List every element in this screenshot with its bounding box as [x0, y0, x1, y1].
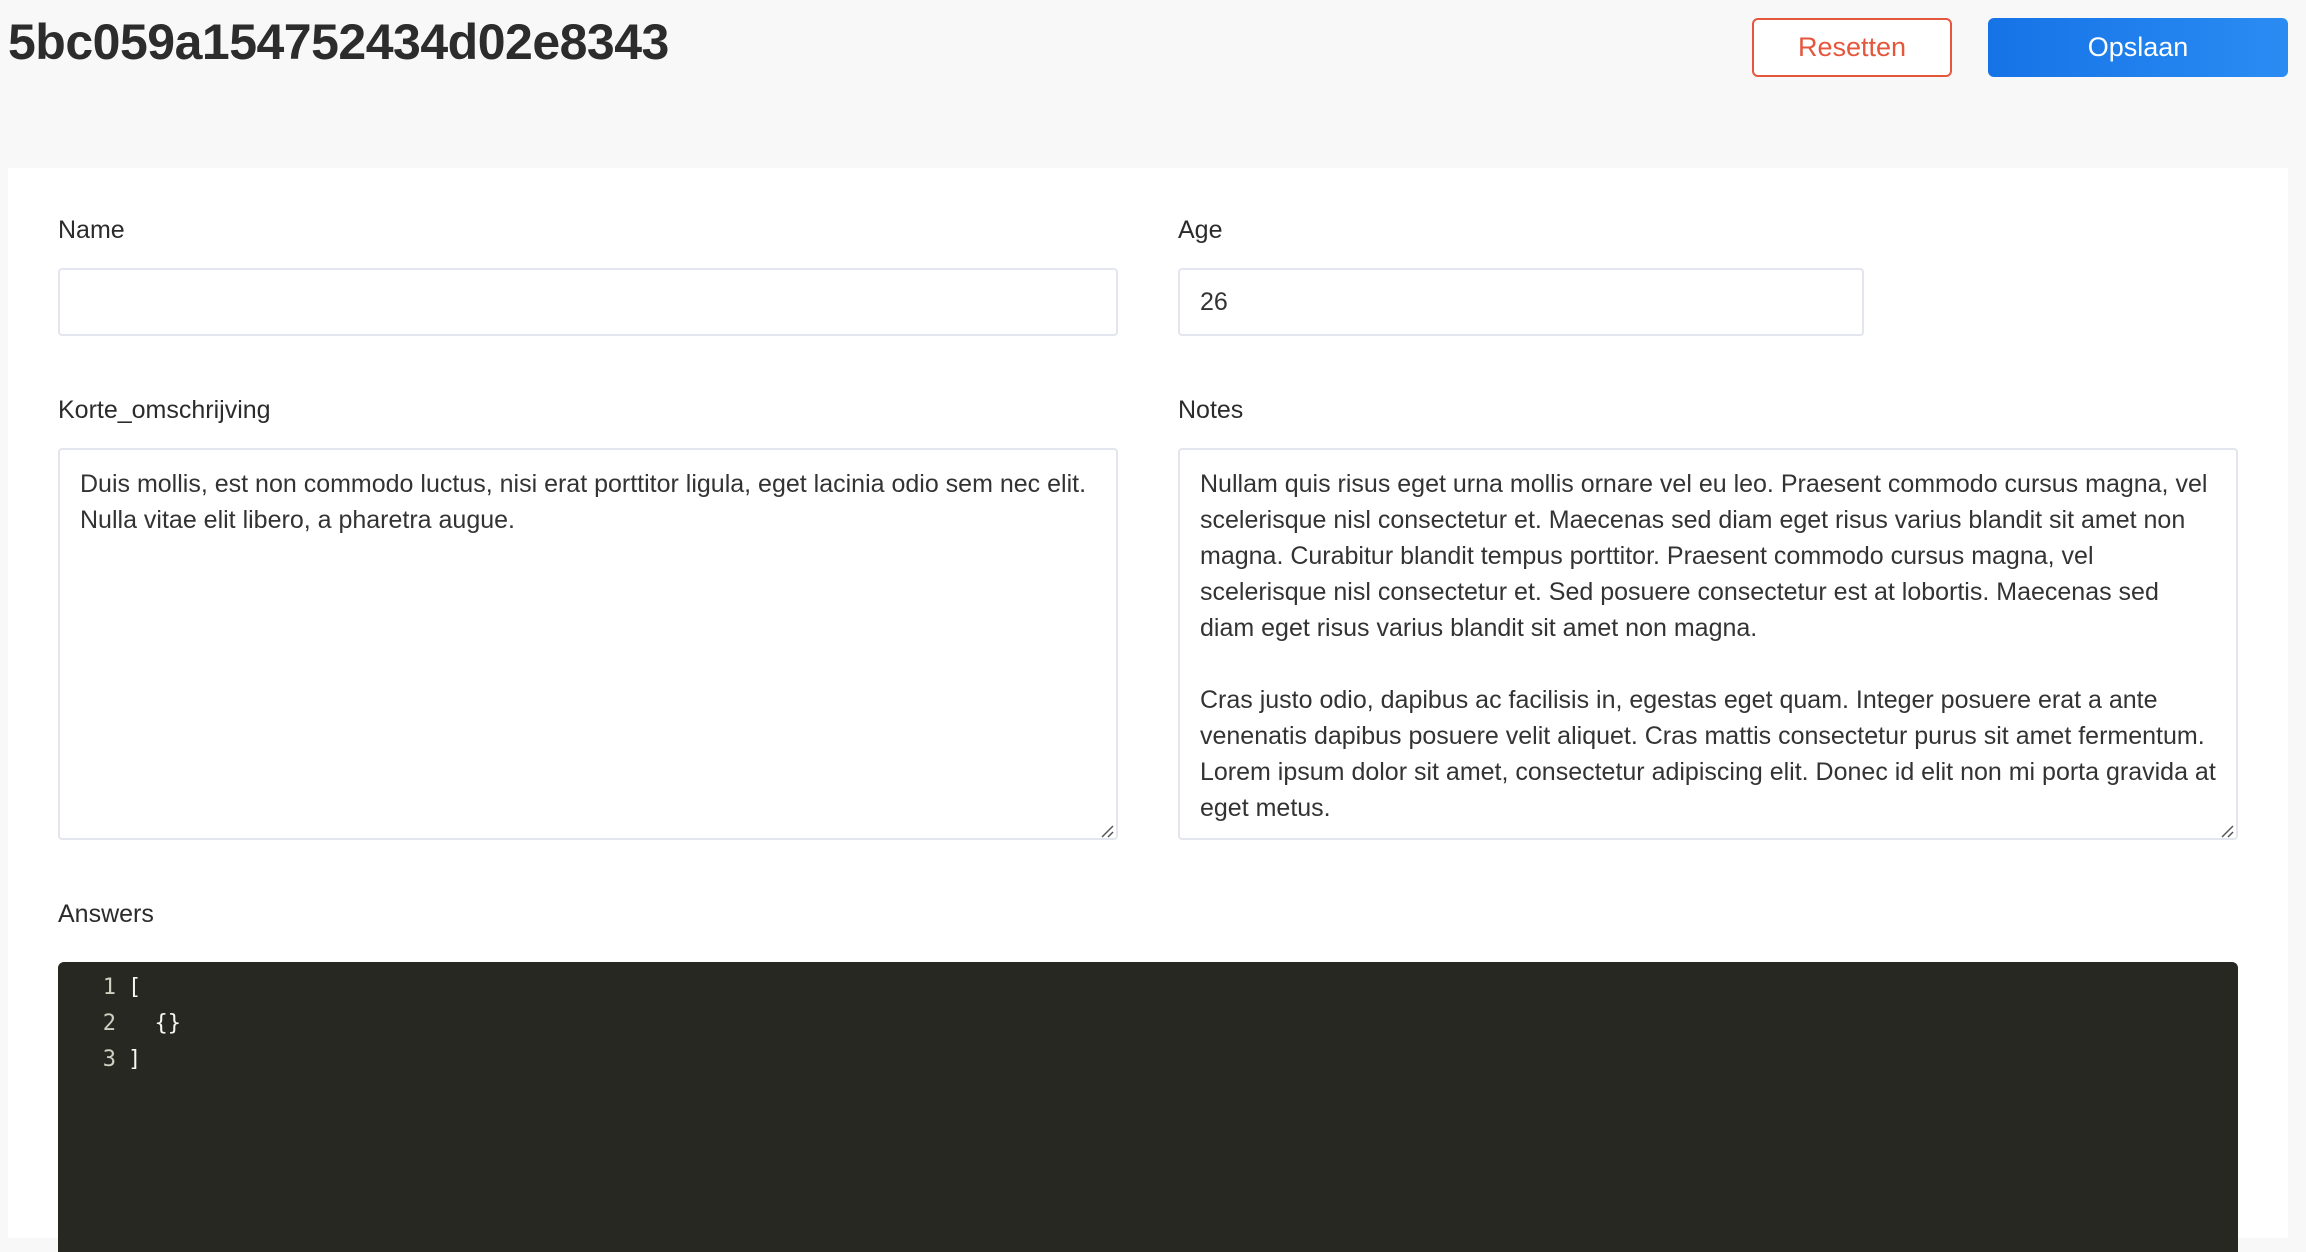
page-header: 5bc059a154752434d02e8343 Resetten Opslaa… [0, 0, 2306, 168]
notes-textarea[interactable]: Nullam quis risus eget urna mollis ornar… [1178, 448, 2238, 840]
korte-omschrijving-textarea[interactable]: Duis mollis, est non commodo luctus, nis… [58, 448, 1118, 840]
age-label: Age [1178, 216, 1223, 244]
code-text[interactable]: {} [120, 1006, 181, 1042]
korte-omschrijving-label: Korte_omschrijving [58, 396, 271, 424]
line-number: 1 [102, 975, 116, 1000]
line-number: 2 [102, 1011, 116, 1036]
save-button[interactable]: Opslaan [1988, 18, 2288, 77]
answers-label: Answers [58, 900, 154, 928]
line-number: 3 [102, 1047, 116, 1072]
name-input[interactable] [58, 268, 1118, 336]
code-line: 3 ] [58, 1042, 2238, 1078]
name-label: Name [58, 216, 125, 244]
code-text[interactable]: ] [120, 1042, 141, 1078]
reset-button[interactable]: Resetten [1752, 18, 1952, 77]
resize-grip-icon[interactable] [2218, 822, 2234, 838]
form-card: Name Age Korte_omschrijving Duis mollis,… [8, 168, 2288, 1252]
page-title: 5bc059a154752434d02e8343 [8, 14, 669, 70]
code-line: 1 [ [58, 970, 2238, 1006]
notes-label: Notes [1178, 396, 1244, 424]
age-input[interactable] [1178, 268, 1864, 336]
answers-code-editor[interactable]: 1 [ 2 {} 3 ] [58, 962, 2238, 1252]
code-line: 2 {} [58, 1006, 2238, 1042]
resize-grip-icon[interactable] [1098, 822, 1114, 838]
code-text[interactable]: [ [120, 970, 141, 1006]
